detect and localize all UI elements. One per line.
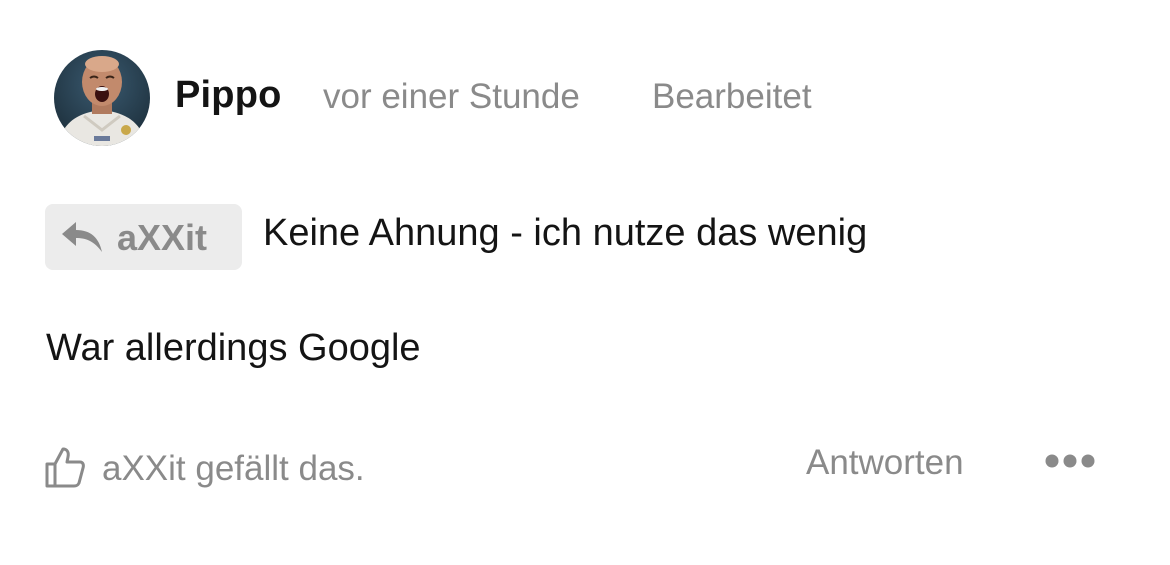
reply-button[interactable]: Antworten <box>806 443 964 483</box>
comment-post: Pippo vor einer Stunde Bearbeitet aXXit … <box>0 0 1170 565</box>
post-timestamp[interactable]: vor einer Stunde <box>323 77 580 117</box>
avatar[interactable] <box>54 50 150 146</box>
quote-reference-chip[interactable]: aXXit <box>45 204 242 270</box>
avatar-image <box>54 50 150 146</box>
thumbs-up-icon[interactable] <box>44 445 86 489</box>
quoted-user-name: aXXit <box>117 217 208 258</box>
reply-arrow-icon <box>62 222 102 252</box>
comment-body: War allerdings Google <box>46 327 421 369</box>
more-dots-icon[interactable] <box>1044 450 1096 472</box>
author-name[interactable]: Pippo <box>175 74 282 117</box>
quoted-text: Keine Ahnung - ich nutze das wenig <box>263 212 868 254</box>
likes-summary[interactable]: aXXit gefällt das. <box>102 449 365 489</box>
edited-label[interactable]: Bearbeitet <box>652 77 812 117</box>
